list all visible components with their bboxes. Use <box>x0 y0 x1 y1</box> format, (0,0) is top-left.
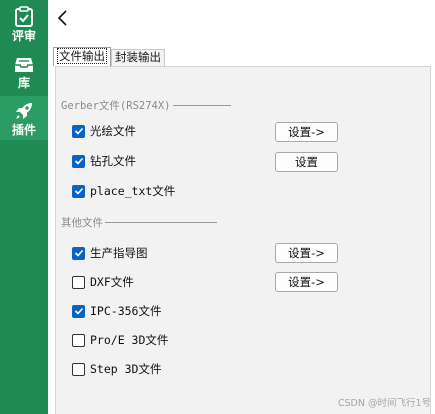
option-ipc356-file: IPC-356文件 <box>72 303 161 319</box>
option-step-3d: Step 3D文件 <box>72 361 161 377</box>
production-guide-checkbox[interactable] <box>72 246 85 260</box>
sidebar-item-library[interactable]: 库 <box>0 55 48 95</box>
tab-bar: 文件输出 封装输出 <box>53 47 165 66</box>
group-divider <box>172 105 231 106</box>
option-photo-file: 光绘文件 <box>72 123 136 139</box>
watermark: CSDN @时间飞行1号 <box>337 398 431 409</box>
option-label: Pro/E 3D文件 <box>90 333 169 347</box>
sidebar: 评审 库 插件 <box>0 0 48 414</box>
sidebar-item-label: 插件 <box>11 123 36 137</box>
option-label: 钻孔文件 <box>90 154 136 168</box>
tab-footprint-output[interactable]: 封装输出 <box>111 49 165 66</box>
photo-file-checkbox[interactable] <box>72 124 85 138</box>
tab-label: 封装输出 <box>115 50 161 64</box>
option-proe-3d: Pro/E 3D文件 <box>72 332 168 348</box>
step-3d-checkbox[interactable] <box>72 362 85 376</box>
drill-file-checkbox[interactable] <box>72 154 85 168</box>
back-button[interactable] <box>56 8 70 28</box>
photo-file-settings-button[interactable]: 设置-> <box>275 122 338 142</box>
sidebar-item-label: 评审 <box>11 29 36 43</box>
option-place-txt: place_txt文件 <box>72 183 175 199</box>
rocket-icon <box>13 100 35 122</box>
checkmark-icon <box>74 307 83 315</box>
tab-file-output[interactable]: 文件输出 <box>53 47 111 66</box>
chevron-left-icon <box>56 10 70 32</box>
group-title-text: Gerber文件(RS274X) <box>61 100 171 112</box>
sidebar-item-plugins[interactable]: 插件 <box>0 96 48 140</box>
option-drill-file: 钻孔文件 <box>72 153 136 169</box>
production-guide-settings-button[interactable]: 设置-> <box>275 243 338 263</box>
sidebar-item-review[interactable]: 评审 <box>0 6 48 48</box>
place-txt-checkbox[interactable] <box>72 184 85 198</box>
proe-3d-checkbox[interactable] <box>72 333 85 347</box>
option-label: DXF文件 <box>90 275 134 289</box>
option-dxf-file: DXF文件 <box>72 274 134 290</box>
dxf-file-settings-button[interactable]: 设置-> <box>275 272 338 292</box>
sidebar-item-label: 库 <box>17 76 30 90</box>
option-production-guide: 生产指导图 <box>72 245 148 261</box>
dxf-file-checkbox[interactable] <box>72 275 85 289</box>
checkmark-icon <box>74 157 83 165</box>
clipboard-check-icon <box>13 6 35 28</box>
inbox-tray-icon <box>13 55 35 75</box>
option-label: 光绘文件 <box>90 124 136 138</box>
drill-file-settings-button[interactable]: 设置 <box>275 152 338 172</box>
group-divider <box>105 222 217 223</box>
group-title-other: 其他文件 <box>61 215 217 230</box>
option-label: place_txt文件 <box>90 184 176 198</box>
tab-label: 文件输出 <box>57 48 107 64</box>
ipc356-file-checkbox[interactable] <box>72 304 85 318</box>
checkmark-icon <box>74 249 83 257</box>
group-title-gerber: Gerber文件(RS274X) <box>61 98 231 113</box>
checkmark-icon <box>74 127 83 135</box>
option-label: Step 3D文件 <box>90 362 162 376</box>
option-label: IPC-356文件 <box>90 304 162 318</box>
group-title-text: 其他文件 <box>61 217 103 229</box>
option-label: 生产指导图 <box>90 246 148 260</box>
checkmark-icon <box>74 187 83 195</box>
